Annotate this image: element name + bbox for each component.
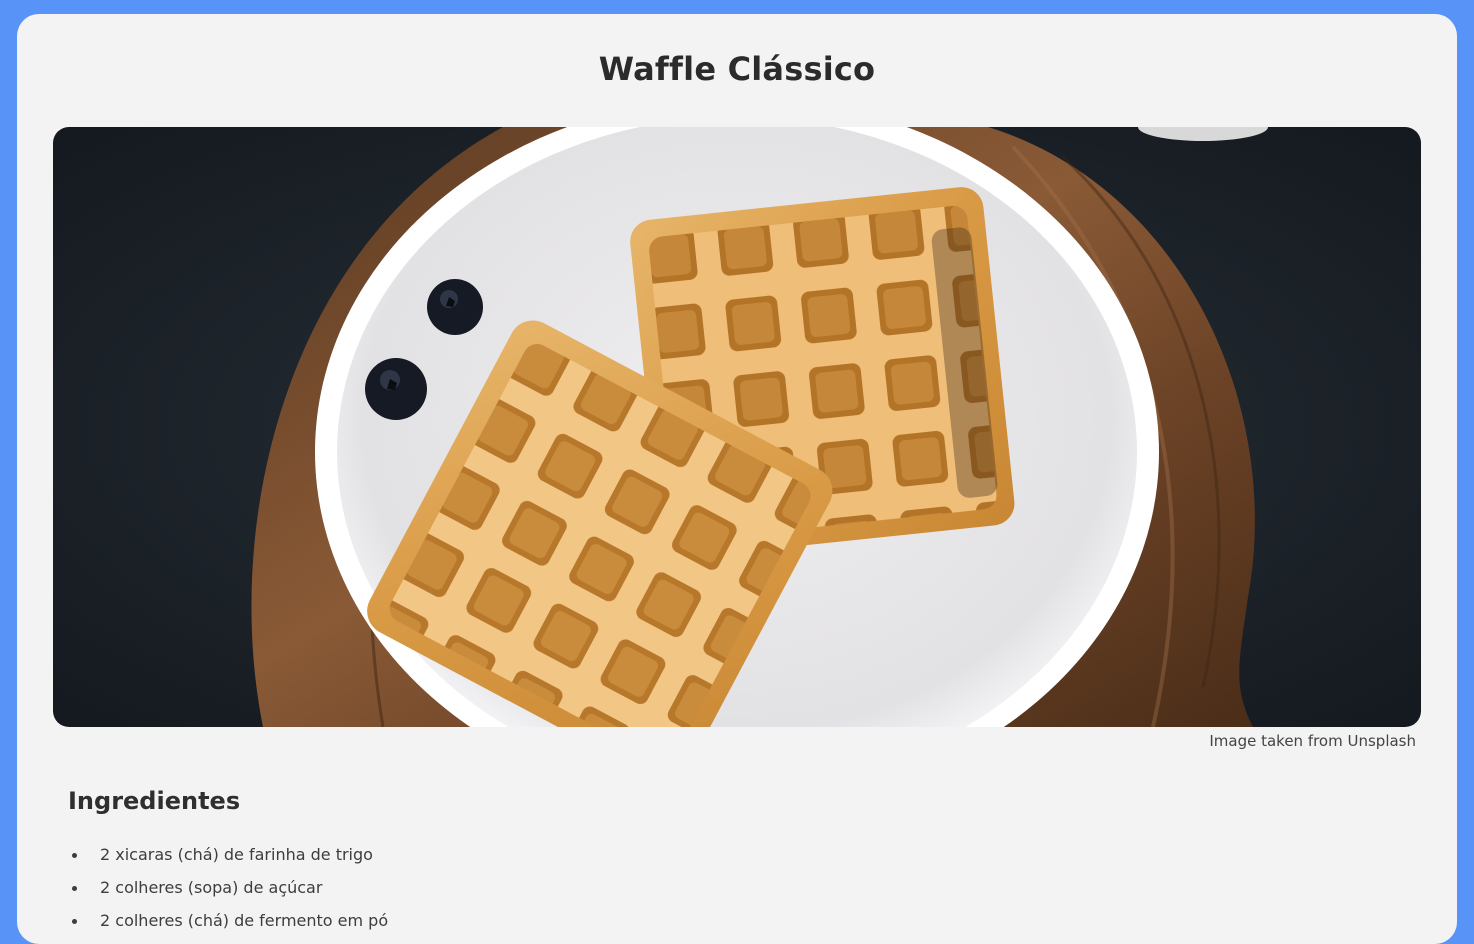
recipe-title: Waffle Clássico: [598, 50, 876, 88]
recipe-card: Waffle Clássico Image taken from Unsplas…: [17, 14, 1457, 944]
ingredients-heading: Ingredientes: [68, 787, 241, 815]
ingredient-item: 2 xicaras (chá) de farinha de trigo: [68, 840, 388, 873]
ingredient-item: 2 colheres (sopa) de açúcar: [68, 873, 388, 906]
waffle-image: [53, 127, 1421, 727]
waffle-photo: [53, 127, 1421, 727]
ingredients-list: 2 xicaras (chá) de farinha de trigo 2 co…: [68, 840, 388, 939]
blueberry-1: [427, 279, 483, 335]
image-caption: Image taken from Unsplash: [1209, 732, 1416, 750]
ingredient-item: 2 colheres (chá) de fermento em pó: [68, 906, 388, 939]
blueberry-2: [365, 358, 427, 420]
